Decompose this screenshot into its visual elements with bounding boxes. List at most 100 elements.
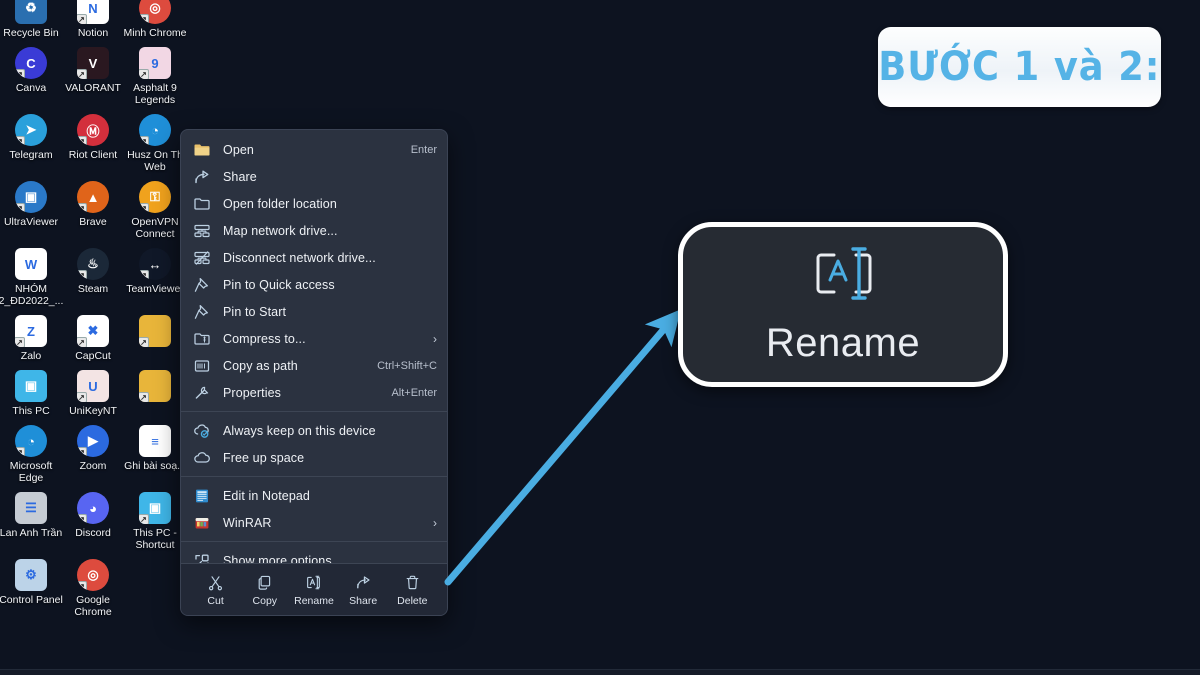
desktop-icon-this-pc-shortcut-icon[interactable]: ▣ This PC - Shortcut bbox=[124, 484, 186, 551]
context-menu-item-open-folder-location[interactable]: Open folder location bbox=[181, 190, 447, 217]
context-menu-item-label: Compress to... bbox=[223, 331, 306, 346]
command-bar-label: Rename bbox=[294, 595, 334, 607]
this-pc-icon: ▣ bbox=[15, 370, 47, 402]
rename-callout-label: Rename bbox=[765, 320, 921, 365]
desktop-icon-openvpn-icon[interactable]: ⚿ OpenVPN Connect bbox=[124, 173, 186, 240]
context-menu-command-bar[interactable]: Cut Copy Rename Share Delete bbox=[181, 563, 447, 615]
context-menu-item-compress-to[interactable]: Compress to... › bbox=[181, 325, 447, 352]
context-menu-item-share[interactable]: Share bbox=[181, 163, 447, 190]
desktop-icon-ultraviewer-icon[interactable]: ▣ UltraViewer bbox=[0, 173, 62, 240]
ultraviewer-icon: ▣ bbox=[15, 181, 47, 213]
desktop-icon-control-panel-icon[interactable]: ⚙ Control Panel bbox=[0, 551, 63, 618]
shortcut-arrow-icon bbox=[139, 392, 149, 402]
desktop-icon-canva-icon[interactable]: C Canva bbox=[0, 39, 62, 106]
context-menu-item-map-network-drive[interactable]: Map network drive... bbox=[181, 217, 447, 244]
command-bar-rename-button[interactable]: Rename bbox=[291, 572, 337, 607]
context-menu-item-label: Pin to Start bbox=[223, 304, 287, 319]
command-bar-cut-button[interactable]: Cut bbox=[193, 572, 239, 607]
shortcut-arrow-icon bbox=[77, 392, 87, 402]
compress-icon bbox=[192, 330, 212, 348]
desktop-icon-label: TeamViewer bbox=[126, 283, 184, 295]
desktop-icon-recycle-bin-icon[interactable]: ♻ Recycle Bin bbox=[0, 0, 62, 39]
command-bar-label: Cut bbox=[207, 595, 224, 607]
context-menu-item-edit-in-notepad[interactable]: Edit in Notepad bbox=[181, 482, 447, 509]
pin-icon bbox=[192, 276, 212, 294]
taskbar[interactable] bbox=[0, 669, 1200, 675]
desktop-icon-folder-icon[interactable] bbox=[124, 362, 186, 417]
zoom-icon: ▶ bbox=[77, 425, 109, 457]
desktop-icon-label: UniKeyNT bbox=[69, 405, 117, 417]
file-context-menu[interactable]: Open Enter Share Open folder location Map ne… bbox=[180, 129, 448, 616]
context-menu-item-free-up-space[interactable]: Free up space bbox=[181, 444, 447, 471]
shortcut-arrow-icon bbox=[139, 14, 149, 24]
share-icon bbox=[192, 168, 212, 186]
map-network-drive-icon bbox=[192, 222, 212, 240]
desktop-icon-valorant-icon[interactable]: V VALORANT bbox=[62, 39, 124, 106]
context-menu-item-pin-to-start[interactable]: Pin to Start bbox=[181, 298, 447, 325]
rename-icon bbox=[305, 572, 322, 592]
cloud-icon bbox=[192, 449, 212, 467]
context-menu-item-winrar[interactable]: WinRAR › bbox=[181, 509, 447, 536]
menu-separator bbox=[181, 541, 447, 542]
step-banner-text: BƯỚC 1 và 2: bbox=[878, 44, 1161, 90]
desktop-icon-this-pc-icon[interactable]: ▣ This PC bbox=[0, 362, 62, 417]
delete-icon bbox=[404, 572, 421, 592]
recycle-bin-icon: ♻ bbox=[15, 0, 47, 24]
desktop-icon-word-document-icon[interactable]: W NHÓM 2_ĐD2022_... bbox=[0, 240, 63, 307]
chevron-right-icon: › bbox=[433, 331, 437, 346]
desktop-icon-capcut-icon[interactable]: ✖ CapCut bbox=[62, 307, 124, 362]
shortcut-arrow-icon bbox=[139, 270, 149, 280]
unikeynt-icon: U bbox=[77, 370, 109, 402]
context-menu-item-copy-as-path[interactable]: Copy as path Ctrl+Shift+C bbox=[181, 352, 447, 379]
control-panel-icon: ⚙ bbox=[15, 559, 47, 591]
command-bar-copy-button[interactable]: Copy bbox=[242, 572, 288, 607]
desktop-icon-label: This PC bbox=[12, 405, 50, 417]
shortcut-arrow-icon bbox=[15, 447, 25, 457]
capcut-icon: ✖ bbox=[77, 315, 109, 347]
menu-separator bbox=[181, 411, 447, 412]
desktop-icon-row: ♻ Recycle Bin N Notion ◎ Minh Chrome bbox=[0, 0, 190, 39]
desktop-icon-chrome-icon[interactable]: ◎ Minh Chrome bbox=[123, 0, 187, 39]
command-bar-delete-button[interactable]: Delete bbox=[389, 572, 435, 607]
command-bar-share-button[interactable]: Share bbox=[340, 572, 386, 607]
shortcut-arrow-icon bbox=[77, 514, 87, 524]
desktop-icon-teamviewer-icon[interactable]: ↔ TeamViewer bbox=[124, 240, 186, 307]
valorant-icon: V bbox=[77, 47, 109, 79]
desktop-icon-steam-icon[interactable]: ♨ Steam bbox=[62, 240, 124, 307]
word-document-icon: W bbox=[15, 248, 47, 280]
context-menu-item-always-keep-on-this-device[interactable]: Always keep on this device bbox=[181, 417, 447, 444]
desktop-icon-label: Husz On Th Web bbox=[127, 149, 183, 173]
context-menu-item-label: Map network drive... bbox=[223, 223, 338, 238]
desktop-icon-edge-icon[interactable]: ◔ Husz On Th Web bbox=[124, 106, 186, 173]
context-menu-item-properties[interactable]: Properties Alt+Enter bbox=[181, 379, 447, 406]
desktop-icon-chrome-icon[interactable]: ◎ Google Chrome bbox=[62, 551, 124, 618]
zalo-icon: Z bbox=[15, 315, 47, 347]
chevron-right-icon: › bbox=[433, 515, 437, 530]
desktop-icon-riot-client-icon[interactable]: Ⓜ Riot Client bbox=[62, 106, 124, 173]
context-menu-item-pin-to-quick-access[interactable]: Pin to Quick access bbox=[181, 271, 447, 298]
desktop-icon-notion-icon[interactable]: N Notion bbox=[62, 0, 124, 39]
desktop-icon-contact-folder-icon[interactable]: ☰ Lan Anh Trần bbox=[0, 484, 62, 551]
desktop-icon-asphalt9-icon[interactable]: 9 Asphalt 9 Legends bbox=[124, 39, 186, 106]
context-menu-item-label: Edit in Notepad bbox=[223, 488, 310, 503]
desktop-icon-label: Brave bbox=[79, 216, 107, 228]
shortcut-arrow-icon bbox=[77, 581, 87, 591]
desktop-icon-label: Minh Chrome bbox=[123, 27, 187, 39]
context-menu-item-open[interactable]: Open Enter bbox=[181, 136, 447, 163]
desktop-icon-label: Riot Client bbox=[68, 149, 118, 161]
context-menu-item-label: WinRAR bbox=[223, 515, 272, 530]
desktop-icon-discord-icon[interactable]: ◕ Discord bbox=[62, 484, 124, 551]
steam-icon: ♨ bbox=[77, 248, 109, 280]
desktop-icon-zoom-icon[interactable]: ▶ Zoom bbox=[62, 417, 124, 484]
command-bar-label: Share bbox=[349, 595, 378, 607]
desktop-icon-text-document-icon[interactable]: ≡ Ghi bài soạ... bbox=[124, 417, 186, 484]
edge-icon: ◔ bbox=[139, 114, 171, 146]
desktop-icon-telegram-icon[interactable]: ➤ Telegram bbox=[0, 106, 62, 173]
desktop-icon-zalo-icon[interactable]: Z Zalo bbox=[0, 307, 62, 362]
context-menu-item-disconnect-network-drive[interactable]: Disconnect network drive... bbox=[181, 244, 447, 271]
context-menu-item-label: Pin to Quick access bbox=[223, 277, 335, 292]
desktop-icon-brave-icon[interactable]: ▲ Brave bbox=[62, 173, 124, 240]
desktop-icon-unikeynt-icon[interactable]: U UniKeyNT bbox=[62, 362, 124, 417]
desktop-icon-edge-icon[interactable]: ◔ Microsoft Edge bbox=[0, 417, 62, 484]
desktop-icon-folder-icon[interactable] bbox=[124, 307, 186, 362]
